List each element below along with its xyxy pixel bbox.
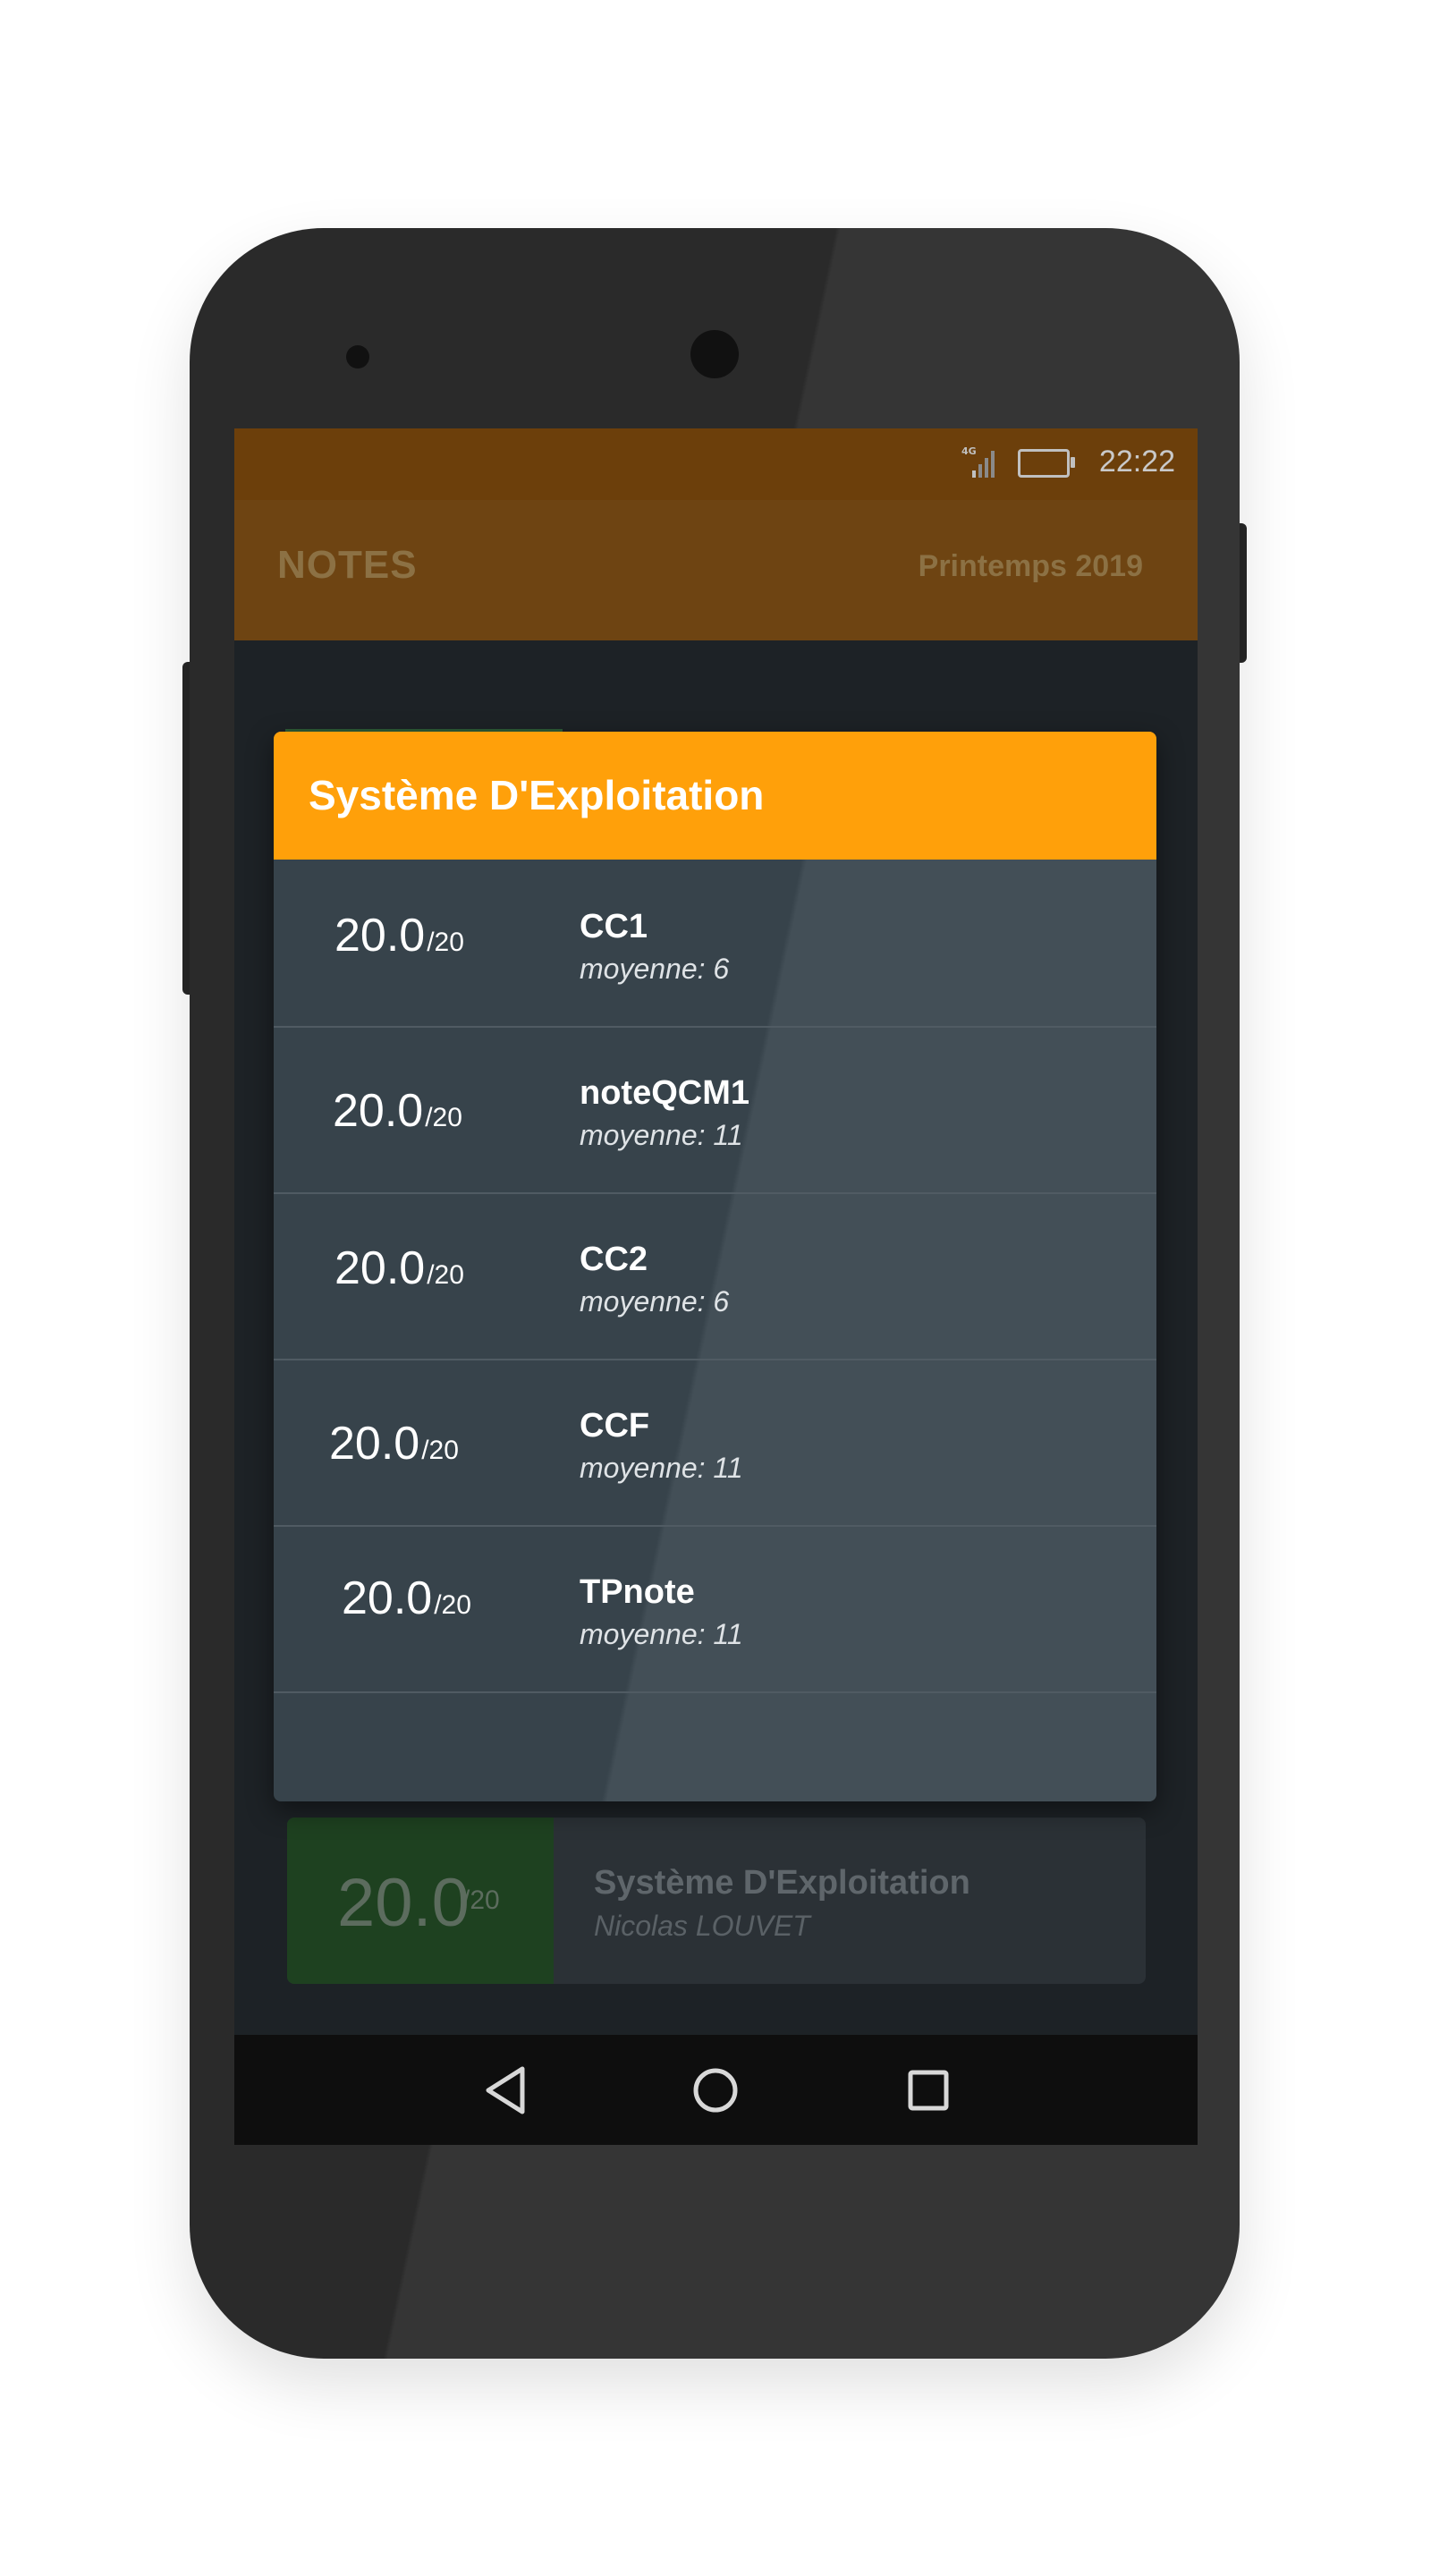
course-grade-box: 20.0 /20 xyxy=(287,1818,554,1984)
grade-number: 20.0 xyxy=(334,910,426,962)
status-bar: 4G 22:22 xyxy=(234,428,1198,500)
status-time: 22:22 xyxy=(1098,445,1175,479)
assessment-name: CC2 xyxy=(580,1241,648,1278)
home-icon[interactable] xyxy=(682,2056,749,2124)
course-card[interactable]: 20.0 /20 Système D'Exploitation Nicolas … xyxy=(287,1818,1146,1984)
dialog-title: Système D'Exploitation xyxy=(309,772,765,818)
network-type-label: 4G xyxy=(961,445,977,457)
grade-out-of: /20 xyxy=(427,928,464,957)
navigation-bar xyxy=(234,2035,1198,2145)
course-grade-out-of: /20 xyxy=(462,1885,500,1915)
device-mockup: 4G 22:22 NOTES Printemps 2019 20.0 /20 S… xyxy=(0,0,1431,2576)
course-teacher: Nicolas LOUVET xyxy=(594,1910,810,1942)
front-camera xyxy=(690,330,739,378)
course-title: Système D'Exploitation xyxy=(594,1864,970,1902)
grades-dialog: Système D'Exploitation 20.0/20 CC1 moyen… xyxy=(274,732,1156,1801)
grade-value: 20.0/20 xyxy=(333,1084,462,1138)
phone-screen: 4G 22:22 NOTES Printemps 2019 20.0 /20 S… xyxy=(234,428,1198,2145)
grade-value: 20.0/20 xyxy=(334,909,464,962)
recents-icon[interactable] xyxy=(894,2056,962,2124)
grade-row[interactable]: 20.0/20 CC2 moyenne: 6 xyxy=(274,1192,1156,1360)
assessment-name: noteQCM1 xyxy=(580,1074,749,1112)
assessment-average: moyenne: 6 xyxy=(580,1285,730,1318)
assessment-name: CCF xyxy=(580,1407,650,1445)
assessment-average: moyenne: 11 xyxy=(580,1618,743,1650)
assessment-average: moyenne: 6 xyxy=(580,953,730,985)
assessment-average: moyenne: 11 xyxy=(580,1452,743,1484)
grade-number: 20.0 xyxy=(334,1242,426,1294)
grade-number: 20.0 xyxy=(329,1418,420,1470)
grade-out-of: /20 xyxy=(434,1590,471,1620)
grade-out-of: /20 xyxy=(421,1436,459,1465)
signal-icon: 4G xyxy=(961,445,995,478)
grade-row[interactable]: 20.0/20 TPnote moyenne: 11 xyxy=(274,1525,1156,1693)
assessment-average: moyenne: 11 xyxy=(580,1119,743,1151)
grade-value: 20.0/20 xyxy=(342,1572,471,1625)
grade-out-of: /20 xyxy=(425,1103,462,1132)
app-title: NOTES xyxy=(277,543,418,587)
grade-row[interactable]: 20.0/20 CCF moyenne: 11 xyxy=(274,1359,1156,1527)
assessment-name: CC1 xyxy=(580,908,648,945)
grade-number: 20.0 xyxy=(333,1085,424,1137)
grade-value: 20.0/20 xyxy=(329,1417,459,1470)
dialog-header: Système D'Exploitation xyxy=(274,732,1156,860)
sensor-dot xyxy=(346,345,369,369)
grade-row[interactable]: 20.0/20 CC1 moyenne: 6 xyxy=(274,860,1156,1028)
grade-value: 20.0/20 xyxy=(334,1241,464,1295)
assessment-name: TPnote xyxy=(580,1573,695,1611)
app-bar: 4G 22:22 NOTES Printemps 2019 xyxy=(234,428,1198,640)
grade-number: 20.0 xyxy=(342,1572,433,1624)
grade-out-of: /20 xyxy=(427,1260,464,1290)
semester-selector[interactable]: Printemps 2019 xyxy=(919,549,1143,584)
back-icon[interactable] xyxy=(472,2056,540,2124)
course-grade: 20.0 xyxy=(337,1865,470,1941)
grade-row[interactable]: 20.0/20 noteQCM1 moyenne: 11 xyxy=(274,1026,1156,1194)
battery-icon xyxy=(1018,449,1075,478)
